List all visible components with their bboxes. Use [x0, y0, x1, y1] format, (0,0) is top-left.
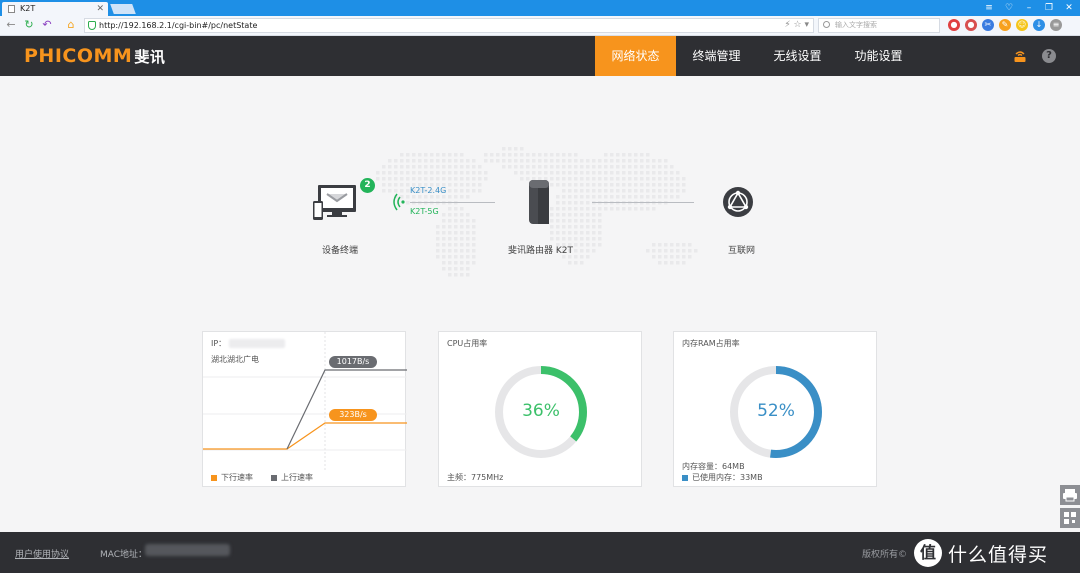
legend-upload-label: 上行速率 — [281, 473, 313, 482]
legend-upload: 上行速率 — [271, 472, 313, 483]
mac-address-redacted — [145, 544, 230, 556]
ram-used-label: 已使用内存：33MB — [692, 473, 763, 482]
logo-text: PHICOMM — [24, 45, 133, 67]
device-terminal-icon — [313, 185, 356, 220]
download-icon[interactable]: ↓ — [1033, 19, 1045, 31]
traffic-card: IP： 湖北湖北广电 1017B/s 323B/s 下行速率 上行速率 — [202, 331, 407, 487]
router-icon[interactable] — [1013, 49, 1027, 63]
nav-device-management[interactable]: 终端管理 — [676, 36, 757, 76]
search-placeholder: 输入文字搜索 — [835, 21, 877, 29]
nav-network-status[interactable]: 网络状态 — [595, 36, 676, 76]
home-icon[interactable]: ⌂ — [64, 18, 78, 32]
download-speed-tag: 323B/s — [339, 410, 367, 419]
user-agreement-link[interactable]: 用户使用协议 — [15, 547, 69, 560]
search-icon — [823, 21, 830, 28]
main-nav: 网络状态 终端管理 无线设置 功能设置 — [595, 36, 919, 76]
connection-line — [410, 202, 495, 203]
router-label[interactable]: 斐讯路由器 K2T — [508, 243, 573, 256]
skin-icon[interactable]: ♡ — [1002, 0, 1016, 16]
app-header: PHICOMM 斐讯 网络状态 终端管理 无线设置 功能设置 ? — [0, 36, 1080, 76]
qrcode-tool-icon[interactable] — [1060, 508, 1080, 528]
new-tab-button[interactable] — [110, 4, 136, 14]
shield-icon — [88, 21, 96, 30]
cpu-card: CPU占用率 36% 主频：775MHz — [438, 331, 642, 487]
scissors-icon[interactable]: ✂ — [982, 19, 994, 31]
tab-title: K2T — [20, 4, 36, 13]
phicomm-logo: PHICOMM 斐讯 — [24, 45, 165, 67]
footer: 用户使用协议 MAC地址： 版权所有© 值 什么值得买 — [0, 532, 1080, 573]
smzdm-watermark: 值 什么值得买 — [914, 536, 1078, 570]
address-bar: ← ↻ ↶ ⌂ http://192.168.2.1/cgi-bin#/pc/n… — [0, 16, 1080, 36]
router-device-icon — [529, 180, 549, 224]
ram-title: 内存RAM占用率 — [682, 339, 740, 348]
wifi-signal-icon — [393, 193, 405, 211]
logo-cn: 斐讯 — [134, 48, 166, 66]
ram-capacity: 内存容量：64MB — [682, 462, 745, 471]
mac-address-label: MAC地址： — [100, 550, 148, 560]
minimize-icon[interactable]: – — [1022, 0, 1036, 16]
band-24g-label: K2T-2.4G — [410, 186, 447, 195]
url-text: http://192.168.2.1/cgi-bin#/pc/netState — [99, 21, 258, 30]
refresh-icon[interactable]: ↻ — [22, 18, 36, 32]
legend-download-swatch — [211, 474, 217, 481]
internet-line — [592, 202, 694, 203]
nav-function-settings[interactable]: 功能设置 — [838, 36, 919, 76]
tools-icon[interactable]: ✎ — [999, 19, 1011, 31]
extension-icon[interactable]: ● — [965, 19, 977, 31]
print-tool-icon[interactable] — [1060, 485, 1080, 505]
url-input[interactable]: http://192.168.2.1/cgi-bin#/pc/netState … — [84, 18, 814, 33]
copyright-text: 版权所有© — [862, 550, 908, 560]
cpu-percent: 36% — [522, 401, 560, 421]
browser-tabbar: K2T ✕ ≡ ♡ – ❐ ✕ — [0, 0, 1080, 16]
back-icon[interactable]: ← — [4, 18, 18, 32]
device-count-badge[interactable]: 2 — [360, 178, 375, 193]
adblock-icon[interactable]: ● — [948, 19, 960, 31]
smile-icon[interactable]: ☺ — [1016, 19, 1028, 31]
cpu-frequency: 主频：775MHz — [447, 473, 504, 482]
internet-label[interactable]: 互联网 — [728, 243, 755, 256]
legend-upload-swatch — [271, 474, 277, 481]
page-icon — [8, 5, 15, 13]
browser-tab[interactable]: K2T ✕ — [2, 2, 108, 16]
ram-used-swatch — [682, 474, 688, 481]
undo-icon[interactable]: ↶ — [40, 18, 54, 32]
search-input[interactable]: 输入文字搜索 — [818, 18, 940, 33]
device-terminal-label[interactable]: 设备终端 — [322, 243, 358, 256]
legend-download-label: 下行速率 — [221, 473, 253, 482]
main-content: 2 设备终端 K2T-2.4G K2T-5G 斐讯路由器 K2T 互联网 IP：… — [0, 76, 1080, 532]
window-close-icon[interactable]: ✕ — [1062, 0, 1076, 16]
nav-wireless-settings[interactable]: 无线设置 — [757, 36, 838, 76]
upload-speed-tag: 1017B/s — [336, 357, 370, 366]
help-icon[interactable]: ? — [1042, 49, 1056, 63]
legend-download: 下行速率 — [211, 472, 253, 483]
band-5g-label: K2T-5G — [410, 207, 439, 216]
watermark-logo: 值 — [914, 539, 942, 567]
extension-icons: ● ● ✂ ✎ ☺ ↓ ≡ — [948, 19, 1062, 31]
window-controls: ≡ ♡ – ❐ ✕ — [982, 0, 1076, 16]
watermark-text: 什么值得买 — [948, 543, 1049, 566]
cpu-title: CPU占用率 — [447, 339, 488, 348]
more-icon[interactable]: ≡ — [1050, 19, 1062, 31]
bookmark-star-icon[interactable]: ⚡ ☆ ▾ — [784, 19, 809, 32]
close-tab-icon[interactable]: ✕ — [96, 2, 104, 16]
ram-percent: 52% — [757, 401, 795, 421]
ram-used: 已使用内存：33MB — [682, 472, 763, 483]
ram-card: 内存RAM占用率 52% 内存容量：64MB 已使用内存：33MB — [673, 331, 877, 487]
menu-icon[interactable]: ≡ — [982, 0, 996, 16]
internet-globe-icon — [723, 187, 753, 217]
restore-icon[interactable]: ❐ — [1042, 0, 1056, 16]
